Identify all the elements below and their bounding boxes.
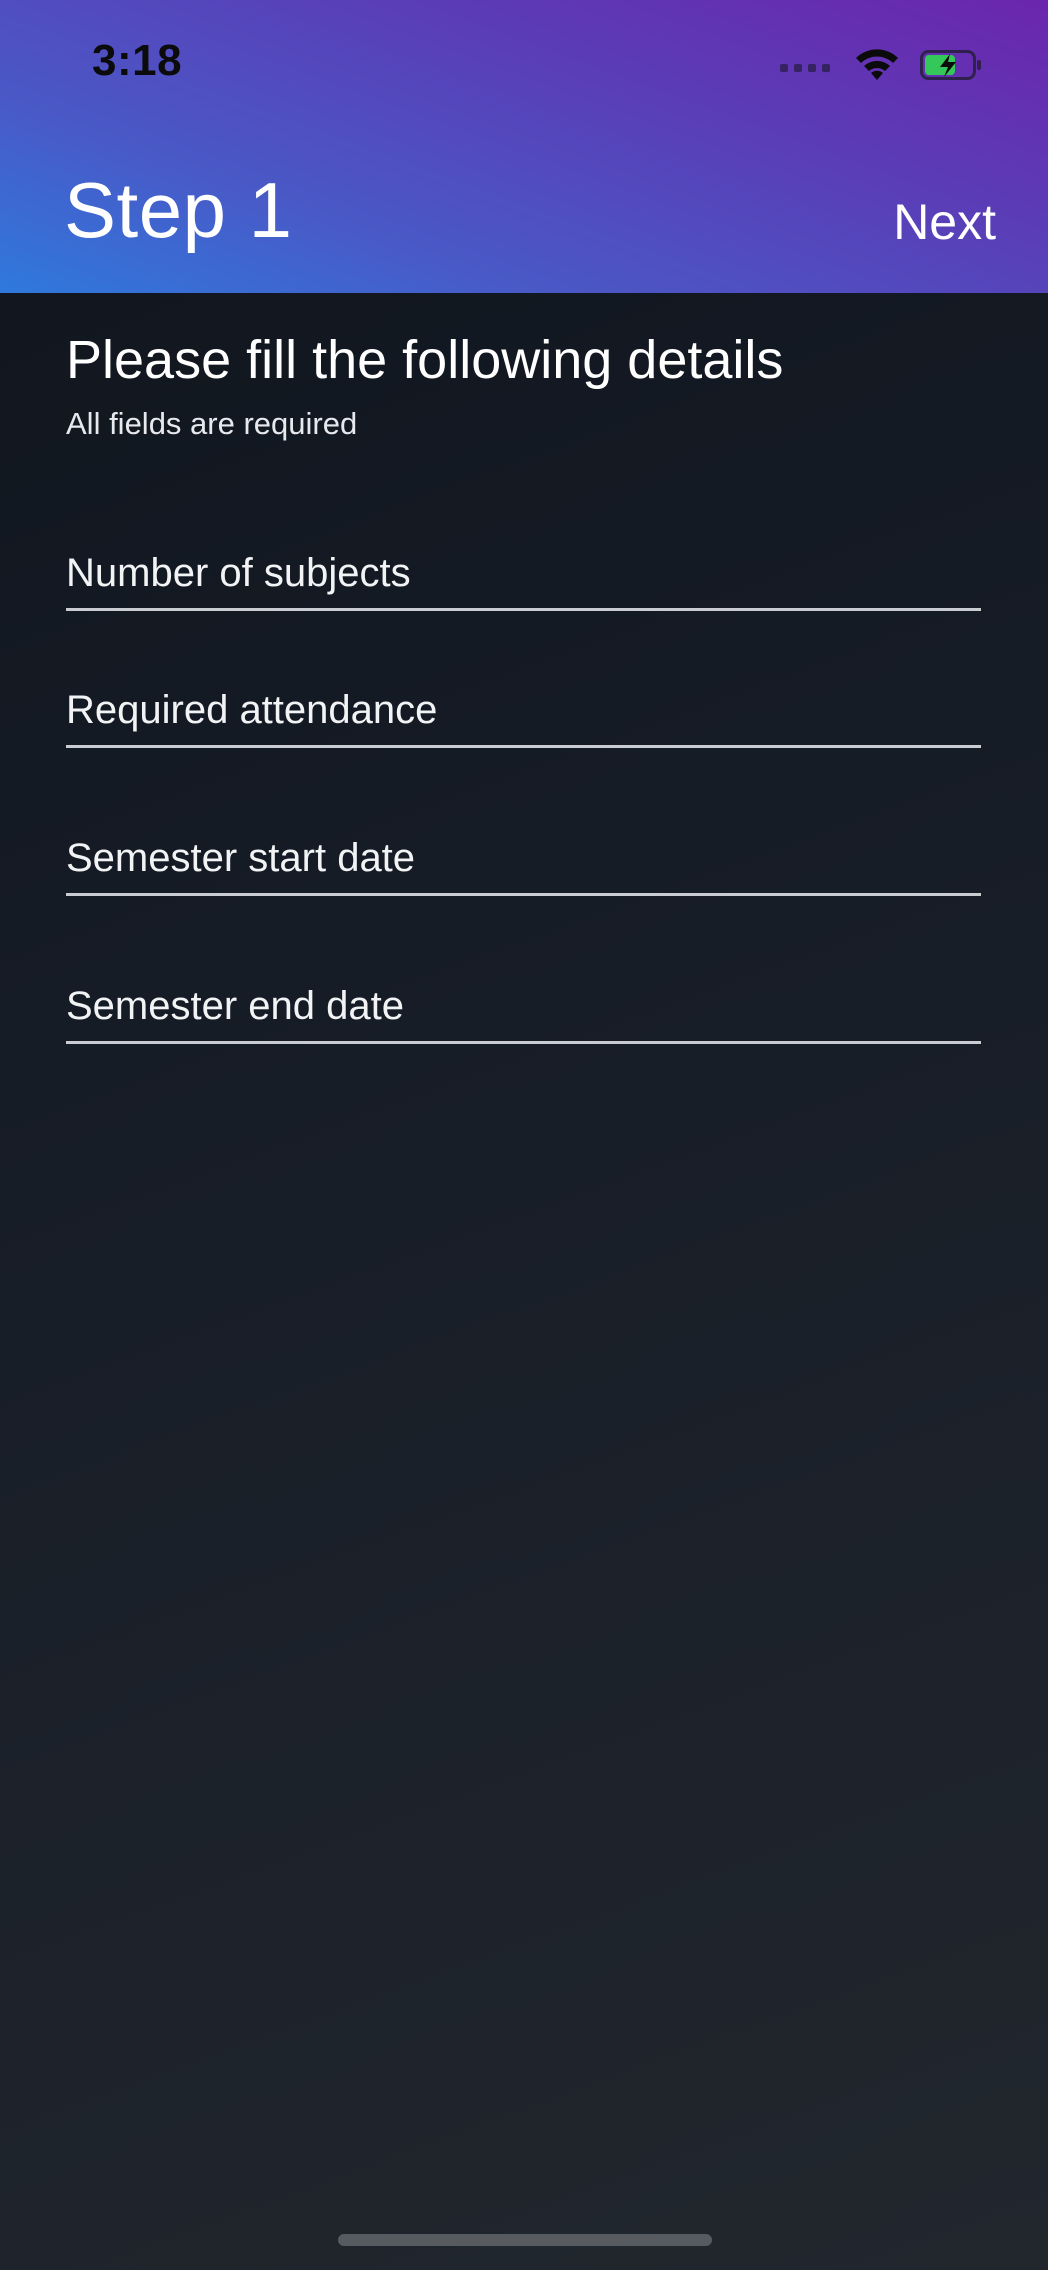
number-of-subjects-field bbox=[66, 538, 981, 611]
required-attendance-input[interactable] bbox=[66, 675, 981, 745]
battery-charging-icon bbox=[920, 50, 981, 80]
semester-end-date-input[interactable] bbox=[66, 971, 981, 1041]
semester-start-date-field bbox=[66, 823, 981, 896]
required-attendance-field bbox=[66, 675, 981, 748]
form-heading: Please fill the following details bbox=[66, 330, 784, 390]
status-bar: 3:18 bbox=[0, 0, 1048, 130]
next-button[interactable]: Next bbox=[893, 193, 996, 251]
semester-end-date-field bbox=[66, 971, 981, 1044]
status-time: 3:18 bbox=[92, 36, 183, 85]
wifi-icon bbox=[856, 49, 898, 80]
number-of-subjects-input[interactable] bbox=[66, 538, 981, 608]
page-title: Step 1 bbox=[64, 166, 293, 254]
form-subheading: All fields are required bbox=[66, 406, 358, 441]
home-indicator[interactable] bbox=[338, 2234, 712, 2246]
semester-start-date-input[interactable] bbox=[66, 823, 981, 893]
signal-icon bbox=[780, 64, 832, 72]
status-icons bbox=[780, 46, 1010, 86]
app-header: 3:18 Step 1 Next bbox=[0, 0, 1048, 293]
